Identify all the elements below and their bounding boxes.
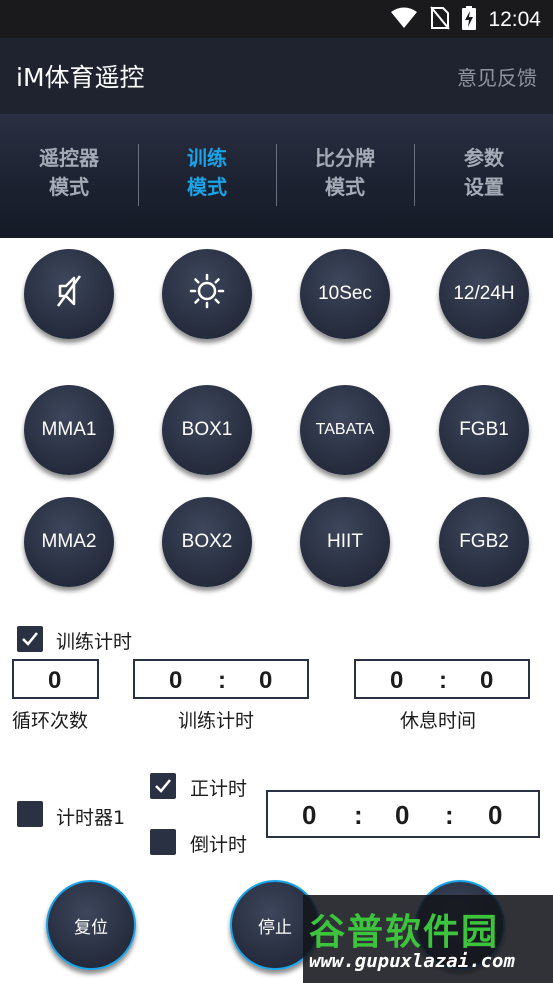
reset-button[interactable]: 复位 xyxy=(46,880,136,970)
tab-remote-mode[interactable]: 遥控器 模式 xyxy=(0,144,138,202)
count-down-checkbox[interactable] xyxy=(150,829,176,855)
feedback-link[interactable]: 意见反馈 xyxy=(457,62,537,91)
training-minutes-value: 0 xyxy=(169,667,183,694)
tab-label-line2: 模式 xyxy=(187,175,227,199)
check-icon xyxy=(155,779,171,793)
tab-settings[interactable]: 参数 设置 xyxy=(415,144,553,202)
tab-label-line1: 参数 xyxy=(464,146,504,170)
timer1-colon-2: : xyxy=(445,800,454,830)
status-bar: 12:04 xyxy=(0,0,553,38)
mma1-button[interactable]: MMA1 xyxy=(24,385,114,475)
tab-training-mode[interactable]: 训练 模式 xyxy=(138,144,276,202)
watermark-text: 谷普软件园 xyxy=(309,912,500,953)
box2-button[interactable]: BOX2 xyxy=(162,497,252,587)
timer1-checkbox[interactable] xyxy=(17,801,43,827)
mode-tabs: 遥控器 模式 训练 模式 比分牌 模式 参数 设置 xyxy=(0,114,553,238)
mute-icon xyxy=(54,274,84,314)
10sec-button[interactable]: 10Sec xyxy=(300,249,390,339)
rest-time-label: 休息时间 xyxy=(400,710,477,732)
rest-time-field[interactable]: 0 : 0 xyxy=(354,659,530,699)
battery-charging-icon xyxy=(462,6,477,34)
tab-label-line1: 比分牌 xyxy=(315,146,375,170)
tab-scoreboard-mode[interactable]: 比分牌 模式 xyxy=(276,144,414,202)
tabata-button[interactable]: TABATA xyxy=(300,385,390,475)
no-sim-icon xyxy=(430,6,451,34)
mma2-button[interactable]: MMA2 xyxy=(24,497,114,587)
training-timer-label: 训练计时 xyxy=(56,631,133,653)
training-seconds-value: 0 xyxy=(259,667,273,694)
timer1-hours: 0 xyxy=(302,800,317,830)
rest-seconds-value: 0 xyxy=(480,667,494,694)
app-bar: iM体育遥控 意见反馈 xyxy=(0,38,553,114)
training-timer-checkbox[interactable] xyxy=(17,626,43,652)
wifi-icon xyxy=(390,7,418,33)
count-up-checkbox[interactable] xyxy=(150,773,176,799)
training-colon: : xyxy=(218,667,226,694)
rest-colon: : xyxy=(439,667,447,694)
tab-label-line2: 模式 xyxy=(49,175,89,199)
brightness-button[interactable] xyxy=(162,249,252,339)
timer1-display[interactable]: 0 : 0 : 0 xyxy=(266,790,540,838)
mute-button[interactable] xyxy=(24,249,114,339)
training-time-field[interactable]: 0 : 0 xyxy=(133,659,309,699)
app-title: iM体育遥控 xyxy=(16,63,145,92)
tab-label-line1: 遥控器 xyxy=(39,146,99,170)
check-icon xyxy=(22,632,38,646)
tab-label-line2: 模式 xyxy=(325,175,365,199)
fgb1-button[interactable]: FGB1 xyxy=(439,385,529,475)
timer1-minutes: 0 xyxy=(395,800,410,830)
watermark-url: www.gupuxlazai.com xyxy=(309,950,515,972)
cycles-field[interactable]: 0 xyxy=(12,659,99,699)
rest-minutes-value: 0 xyxy=(390,667,404,694)
brightness-icon xyxy=(189,273,225,315)
box1-button[interactable]: BOX1 xyxy=(162,385,252,475)
tab-label-line1: 训练 xyxy=(187,146,227,170)
cycles-label: 循环次数 xyxy=(12,710,89,732)
status-time: 12:04 xyxy=(488,8,541,31)
timer1-colon-1: : xyxy=(354,800,363,830)
12-24h-button[interactable]: 12/24H xyxy=(439,249,529,339)
timer1-seconds: 0 xyxy=(488,800,503,830)
count-up-label: 正计时 xyxy=(190,778,248,800)
fgb2-button[interactable]: FGB2 xyxy=(439,497,529,587)
watermark: 谷普软件园 www.gupuxlazai.com xyxy=(303,895,553,983)
count-down-label: 倒计时 xyxy=(190,834,248,856)
cycles-value: 0 xyxy=(48,667,62,694)
status-icons: 12:04 xyxy=(390,6,541,34)
hiit-button[interactable]: HIIT xyxy=(300,497,390,587)
training-time-label: 训练计时 xyxy=(178,710,255,732)
timer1-label: 计时器1 xyxy=(56,807,126,829)
tab-label-line2: 设置 xyxy=(464,175,504,199)
